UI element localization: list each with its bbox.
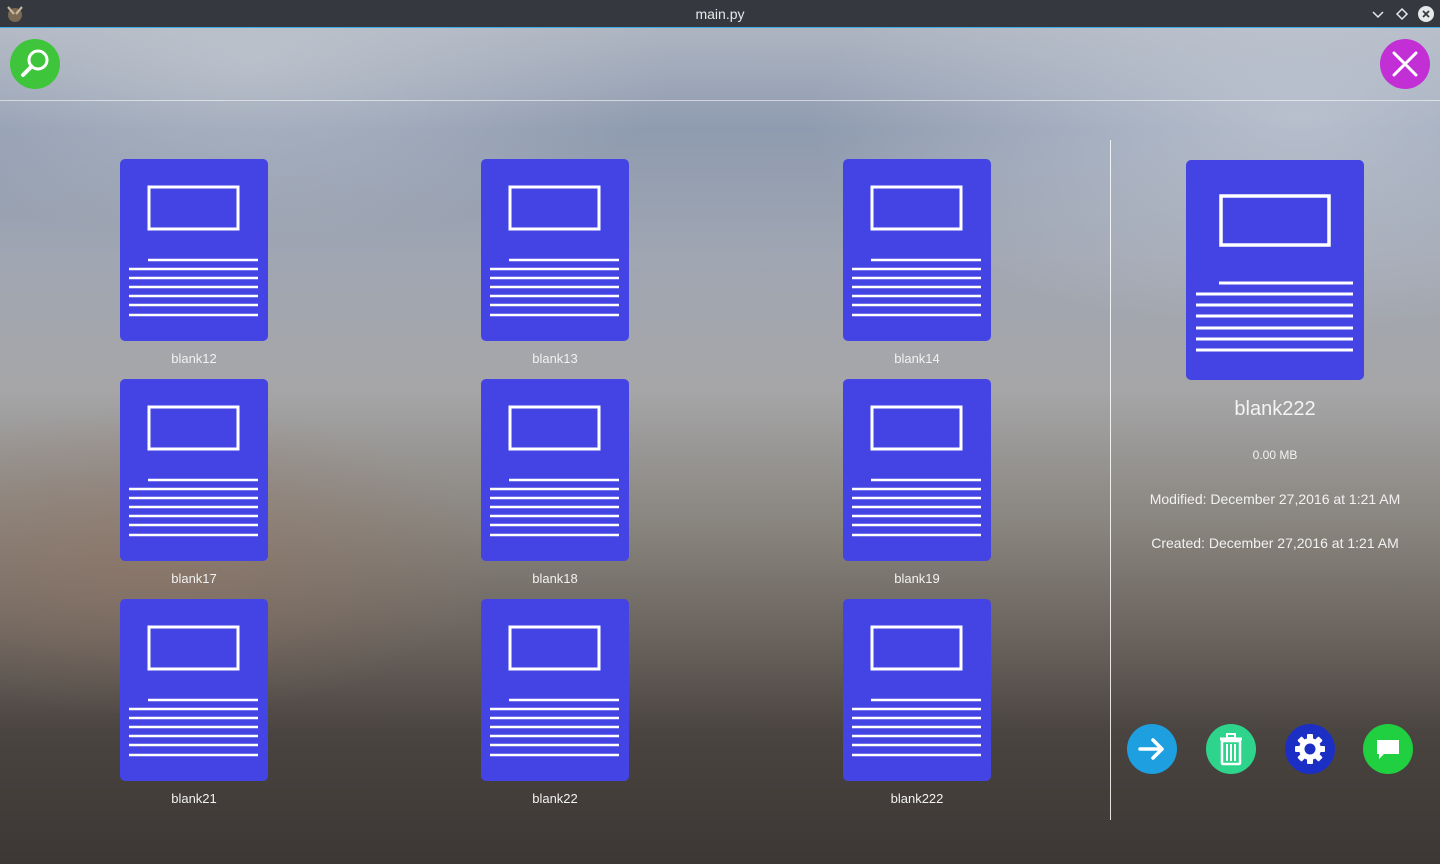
header-toolbar	[0, 29, 1440, 101]
settings-button[interactable]	[1285, 724, 1335, 774]
arrow-right-icon	[1138, 738, 1164, 760]
file-tile[interactable]: blank19	[843, 379, 991, 589]
document-icon	[120, 599, 268, 781]
file-tile[interactable]: blank17	[120, 379, 268, 589]
panel-divider	[1110, 140, 1111, 820]
document-icon	[481, 159, 629, 341]
detail-file-name: blank222	[1234, 398, 1316, 420]
search-button[interactable]	[10, 39, 60, 89]
detail-file-size: 0.00 MB	[1252, 448, 1298, 462]
window-title: main.py	[695, 6, 745, 22]
document-icon	[843, 379, 991, 561]
document-icon	[481, 379, 629, 561]
file-tile[interactable]: blank18	[481, 379, 629, 589]
file-name: blank12	[171, 351, 217, 366]
file-tile[interactable]: blank22	[481, 599, 629, 809]
file-name: blank19	[894, 571, 940, 586]
comment-button[interactable]	[1363, 724, 1413, 774]
document-icon	[481, 599, 629, 781]
file-name: blank21	[171, 791, 217, 806]
delete-button[interactable]	[1206, 724, 1256, 774]
trash-icon	[1220, 733, 1242, 766]
minimize-icon[interactable]	[1369, 5, 1387, 23]
maximize-icon[interactable]	[1393, 5, 1411, 23]
close-button[interactable]	[1380, 39, 1430, 89]
file-name: blank222	[890, 791, 944, 806]
document-icon	[843, 599, 991, 781]
detail-created-date: Created: December 27,2016 at 1:21 AM	[1151, 535, 1399, 551]
open-button[interactable]	[1127, 724, 1177, 774]
file-tile[interactable]: blank12	[120, 159, 268, 369]
window-titlebar: main.py	[0, 0, 1440, 28]
file-tile[interactable]: blank14	[843, 159, 991, 369]
comment-icon	[1377, 740, 1399, 759]
document-preview-icon	[1186, 160, 1364, 380]
close-icon	[1392, 51, 1418, 77]
file-name: blank13	[532, 351, 578, 366]
search-icon	[21, 49, 49, 77]
gear-icon	[1295, 734, 1325, 764]
document-icon	[843, 159, 991, 341]
window-close-icon[interactable]	[1417, 5, 1435, 23]
file-name: blank22	[532, 791, 578, 806]
document-icon	[120, 379, 268, 561]
detail-modified-date: Modified: December 27,2016 at 1:21 AM	[1149, 491, 1401, 507]
file-tile[interactable]: blank21	[120, 599, 268, 809]
file-tile[interactable]: blank13	[481, 159, 629, 369]
file-tile[interactable]: blank222	[843, 599, 991, 809]
file-name: blank18	[532, 571, 578, 586]
file-name: blank17	[171, 571, 217, 586]
document-icon	[120, 159, 268, 341]
file-name: blank14	[894, 351, 940, 366]
